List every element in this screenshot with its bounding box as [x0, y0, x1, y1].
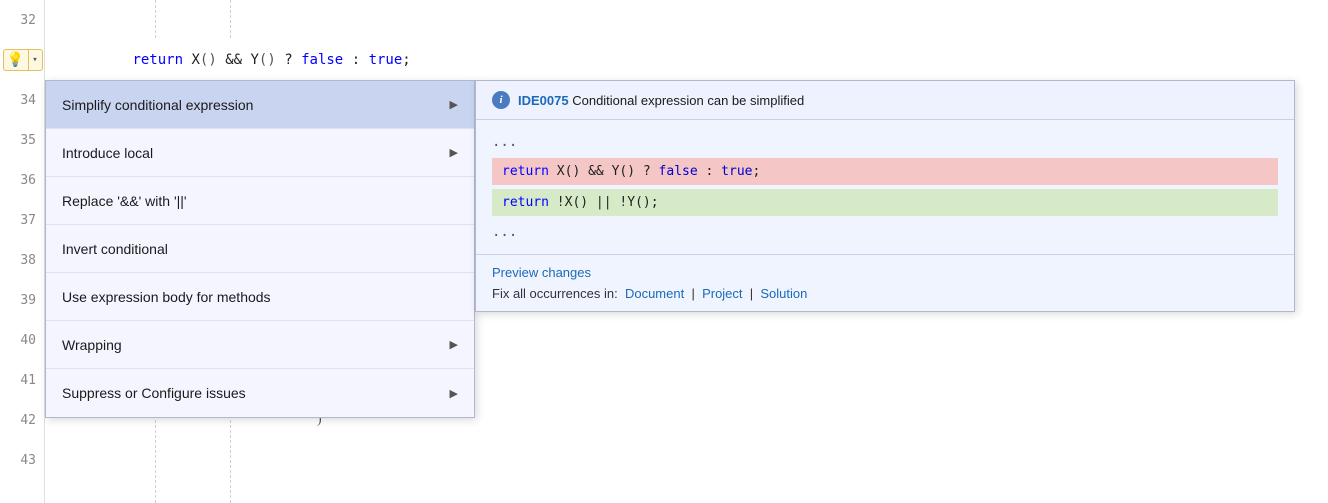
fix-all-solution-link[interactable]: Solution [760, 286, 807, 301]
preview-footer: Preview changes Fix all occurrences in: … [476, 254, 1294, 311]
preview-rule-title: IDE0075 Conditional expression can be si… [518, 93, 804, 108]
preview-changes-link[interactable]: Preview changes [492, 265, 1278, 280]
menu-item-introduce-local[interactable]: Introduce local ▶ [46, 129, 474, 177]
menu-item-introduce-local-label: Introduce local [62, 145, 153, 161]
preview-dots-bottom: ... [492, 220, 1278, 244]
menu-item-expression-body[interactable]: Use expression body for methods [46, 273, 474, 321]
menu-item-simplify-label: Simplify conditional expression [62, 97, 253, 113]
preview-code-added: return !X() || !Y(); [492, 189, 1278, 216]
preview-panel: i IDE0075 Conditional expression can be … [475, 80, 1295, 312]
menu-item-simplify[interactable]: Simplify conditional expression ▶ [46, 81, 474, 129]
lightbulb-dropdown-arrow[interactable]: ▾ [29, 49, 43, 71]
code-return-keyword: return X() && Y() ? false : true; [65, 52, 411, 68]
code-line-32 [45, 0, 1328, 40]
line-num-35: 35 [0, 120, 44, 160]
line-num-38: 38 [0, 240, 44, 280]
line-num-39: 39 [0, 280, 44, 320]
menu-item-introduce-local-arrow: ▶ [450, 146, 458, 159]
preview-dots-top: ... [492, 130, 1278, 154]
separator-2: | [750, 286, 753, 301]
code-added-text: !X() || !Y(); [557, 195, 659, 210]
fix-all-project-link[interactable]: Project [702, 286, 742, 301]
code-line-33: return X() && Y() ? false : true; [45, 40, 1328, 80]
fix-all-label: Fix all occurrences in: [492, 286, 618, 301]
separator-1: | [691, 286, 694, 301]
line-num-42: 42 [0, 400, 44, 440]
fix-all-line: Fix all occurrences in: Document | Proje… [492, 286, 1278, 301]
line-num-32: 32 [0, 0, 44, 40]
info-icon: i [492, 91, 510, 109]
menu-item-replace-and-label: Replace '&&' with '||' [62, 193, 187, 209]
line-num-37: 37 [0, 200, 44, 240]
context-menu: Simplify conditional expression ▶ Introd… [45, 80, 475, 418]
menu-item-wrapping[interactable]: Wrapping ▶ [46, 321, 474, 369]
menu-item-expression-body-label: Use expression body for methods [62, 289, 271, 305]
lightbulb-row[interactable]: 💡 ▾ [0, 40, 45, 80]
menu-item-invert-conditional-label: Invert conditional [62, 241, 168, 257]
return-kw-removed: return [502, 164, 549, 179]
menu-item-wrapping-arrow: ▶ [450, 338, 458, 351]
line-num-36: 36 [0, 160, 44, 200]
menu-item-suppress-arrow: ▶ [450, 387, 458, 400]
preview-code-removed: return X() && Y() ? false : true; [492, 158, 1278, 185]
menu-item-suppress[interactable]: Suppress or Configure issues ▶ [46, 369, 474, 417]
menu-item-invert-conditional[interactable]: Invert conditional [46, 225, 474, 273]
line-num-43: 43 [0, 440, 44, 480]
line-num-34: 34 [0, 80, 44, 120]
line-num-41: 41 [0, 360, 44, 400]
line-num-40: 40 [0, 320, 44, 360]
menu-item-wrapping-label: Wrapping [62, 337, 122, 353]
menu-item-simplify-arrow: ▶ [450, 98, 458, 111]
menu-item-replace-and[interactable]: Replace '&&' with '||' [46, 177, 474, 225]
rule-id: IDE0075 [518, 93, 569, 108]
lightbulb-button[interactable]: 💡 [3, 49, 29, 71]
editor: 32 33 34 35 36 37 38 39 40 41 42 43 retu… [0, 0, 1328, 503]
preview-header: i IDE0075 Conditional expression can be … [476, 81, 1294, 120]
code-removed-text: X() && Y() ? false : true; [557, 164, 761, 179]
return-kw-added: return [502, 195, 549, 210]
menu-item-suppress-label: Suppress or Configure issues [62, 385, 246, 401]
rule-description: Conditional expression can be simplified [572, 93, 804, 108]
fix-all-document-link[interactable]: Document [625, 286, 684, 301]
code-line-43 [45, 440, 1328, 480]
preview-code-area: ... return X() && Y() ? false : true; re… [476, 120, 1294, 254]
